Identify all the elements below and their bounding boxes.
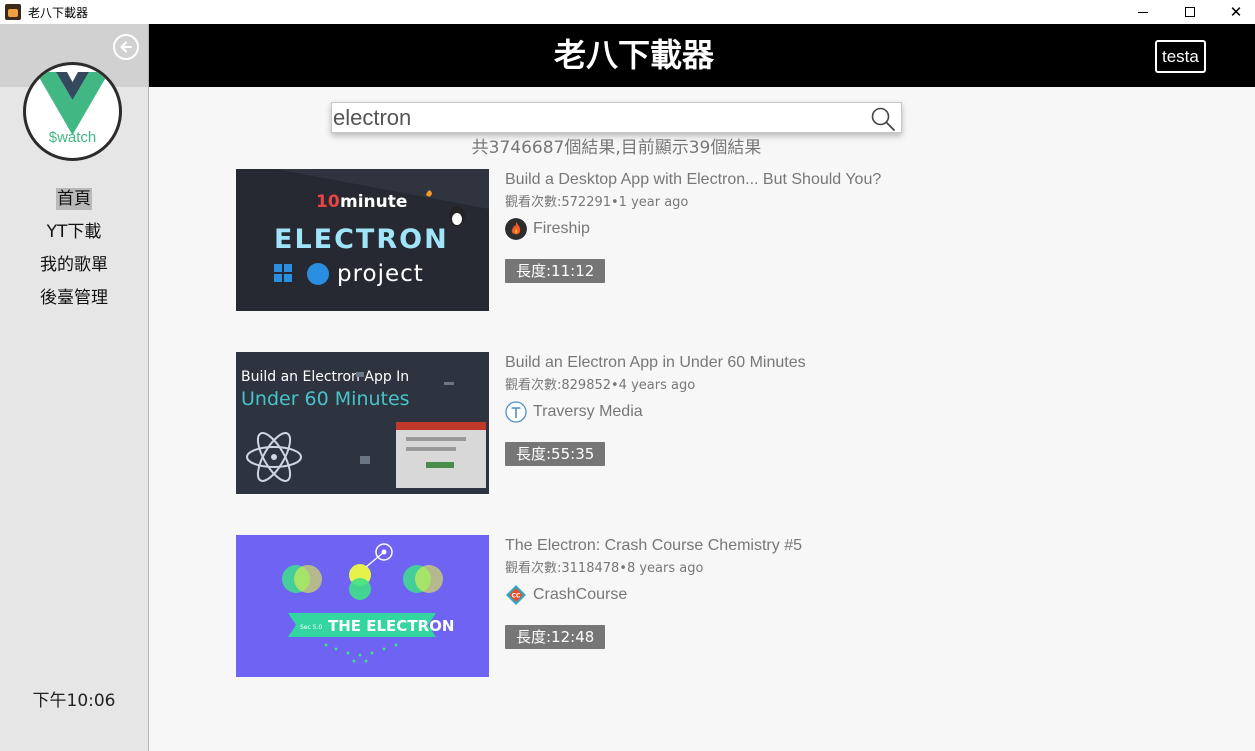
- minimize-icon: [1138, 11, 1148, 13]
- video-thumbnail[interactable]: Sec 5.0 THE ELECTRON: [236, 535, 489, 677]
- nav-item-label: 我的歌單: [40, 255, 108, 275]
- traversy-channel-icon: [505, 401, 527, 423]
- thumb-text: ELECTRON: [274, 224, 449, 255]
- search-icon[interactable]: [870, 106, 896, 132]
- close-button[interactable]: ✕: [1213, 0, 1255, 24]
- main-content: 共3746687個結果,目前顯示39個結果 10 minute ELECTRON…: [149, 87, 1255, 751]
- nav-item-label: 首頁: [56, 188, 92, 210]
- window-title: 老八下載器: [28, 5, 89, 20]
- thumb-text: Sec 5.0: [300, 624, 322, 631]
- channel-name: CrashCourse: [533, 586, 628, 603]
- maximize-icon: [1185, 7, 1195, 17]
- thumb-text: project: [337, 261, 424, 287]
- thumb-text: minute: [340, 192, 407, 212]
- video-title[interactable]: Build a Desktop App with Electron... But…: [505, 169, 1025, 193]
- video-info: The Electron: Crash Course Chemistry #5 …: [505, 535, 1025, 649]
- channel-name: Traversy Media: [533, 403, 643, 420]
- collapse-sidebar-button[interactable]: [113, 34, 139, 60]
- video-title[interactable]: Build an Electron App in Under 60 Minute…: [505, 352, 1025, 376]
- video-title[interactable]: The Electron: Crash Course Chemistry #5: [505, 535, 1025, 559]
- thumb-text: Build an Electron App In: [241, 369, 409, 385]
- sidebar: $watch 首頁 YT下載 我的歌單 後臺管理 下午10:06: [0, 24, 149, 751]
- avatar: $watch: [23, 62, 122, 161]
- minimize-button[interactable]: [1120, 0, 1166, 24]
- app-title: 老八下載器: [553, 36, 714, 74]
- result-count: 共3746687個結果,目前顯示39個結果: [471, 138, 762, 158]
- maximize-button[interactable]: [1167, 0, 1213, 24]
- nav-item-yt-download[interactable]: YT下載: [0, 217, 148, 250]
- video-info: Build a Desktop App with Electron... But…: [505, 169, 1025, 283]
- video-item[interactable]: Build an Electron App In Under 60 Minute…: [236, 352, 1036, 494]
- crashcourse-channel-icon: CC: [506, 585, 526, 605]
- video-meta: 觀看次數:572291•1 year ago: [505, 195, 689, 210]
- sidebar-nav: 首頁 YT下載 我的歌單 後臺管理: [0, 184, 148, 316]
- arrow-left-icon: [120, 41, 132, 53]
- nav-item-admin[interactable]: 後臺管理: [0, 283, 148, 316]
- nav-item-label: 後臺管理: [40, 288, 108, 308]
- duration-badge: 長度:12:48: [505, 625, 606, 649]
- clock: 下午10:06: [32, 691, 116, 711]
- video-info: Build an Electron App in Under 60 Minute…: [505, 352, 1025, 466]
- channel-name: Fireship: [533, 220, 590, 237]
- thumb-text: THE ELECTRON: [328, 617, 454, 635]
- search-input[interactable]: [332, 103, 862, 132]
- user-badge[interactable]: testa: [1155, 40, 1206, 73]
- svg-text:CC: CC: [512, 593, 521, 600]
- nav-item-my-playlist[interactable]: 我的歌單: [0, 250, 148, 283]
- video-thumbnail[interactable]: Build an Electron App In Under 60 Minute…: [236, 352, 489, 494]
- app-icon: [5, 4, 21, 20]
- video-meta: 觀看次數:829852•4 years ago: [505, 378, 696, 393]
- window-titlebar: 老八下載器 ✕: [0, 0, 1255, 24]
- nav-item-home[interactable]: 首頁: [0, 184, 148, 217]
- app-header: 老八下載器 testa: [149, 24, 1255, 87]
- thumb-text: 10: [316, 192, 340, 212]
- search-box: [331, 102, 902, 133]
- video-meta: 觀看次數:3118478•8 years ago: [505, 561, 704, 576]
- close-icon: ✕: [1229, 2, 1243, 21]
- fireship-channel-icon: [505, 218, 527, 240]
- video-item[interactable]: Sec 5.0 THE ELECTRON The Electron: Crash…: [236, 535, 1036, 677]
- nav-item-label: YT下載: [46, 222, 102, 242]
- channel[interactable]: Traversy Media: [505, 397, 1025, 427]
- video-item[interactable]: 10 minute ELECTRON project Build a Deskt…: [236, 169, 1036, 311]
- channel[interactable]: CC CrashCourse: [505, 580, 1025, 610]
- avatar-text: $watch: [48, 129, 97, 146]
- duration-badge: 長度:11:12: [505, 259, 606, 283]
- thumb-text: Under 60 Minutes: [241, 388, 410, 410]
- duration-badge: 長度:55:35: [505, 442, 606, 466]
- channel[interactable]: Fireship: [505, 214, 1025, 244]
- video-thumbnail[interactable]: 10 minute ELECTRON project: [236, 169, 489, 311]
